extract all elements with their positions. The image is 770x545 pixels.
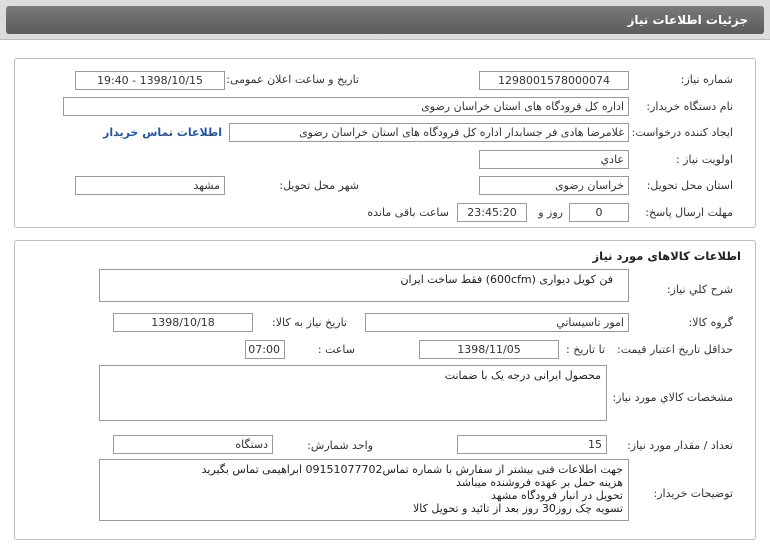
deadline-days-field: 0 (569, 203, 629, 222)
buyer-contact-link[interactable]: اطلاعات تماس خریدار (103, 126, 222, 139)
deadline-time-field: 23:45:20 (457, 203, 527, 222)
goods-section-title: اطلاعات کالاهای مورد نیاز (592, 249, 741, 263)
need-number-label: شماره نیاز: (680, 73, 733, 86)
qty-label: تعداد / مقدار مورد نیاز: (627, 439, 733, 452)
deadline-label: مهلت ارسال پاسخ: (645, 206, 733, 219)
unit-field: دستگاه (113, 435, 273, 454)
announce-label: تاریخ و ساعت اعلان عمومی: (226, 73, 359, 86)
buyer-note-line: تحویل در انبار فرودگاه مشهد (491, 489, 623, 502)
remaining-word: ساعت باقی مانده (367, 206, 449, 219)
until-date-field: 1398/11/05 (419, 340, 559, 359)
buyer-note-line: جهت اطلاعات فنی بیشتر از سفارش با شماره … (201, 463, 623, 476)
specs-text: محصول ایرانی درجه یک با ضمانت (444, 369, 601, 382)
qty-field: 15 (457, 435, 607, 454)
hour-label: ساعت : (317, 343, 355, 356)
until-date-label: تا تاریخ : (566, 343, 605, 356)
goods-info-panel: اطلاعات کالاهای مورد نیاز شرح کلي نیاز: … (14, 240, 756, 540)
buyer-note-line: هزینه حمل بر عهده فروشنده میباشد (455, 476, 623, 489)
days-word: روز و (538, 206, 563, 219)
announce-field: 1398/10/15 - 19:40 (75, 71, 225, 90)
title-bar: جزئیات اطلاعات نیاز (0, 0, 770, 40)
need-info-panel: شماره نیاز: 1298001578000074 تاریخ و ساع… (14, 58, 756, 228)
page-title: جزئیات اطلاعات نیاز (627, 13, 748, 27)
priority-label: اولویت نیاز : (675, 153, 733, 166)
general-desc-text: فن کویل دیواری (600cfm) فقط ساخت ایران (400, 273, 613, 286)
hour-field: 07:00 (245, 340, 285, 359)
need-date-label: تاریخ نیاز به کالا: (272, 316, 347, 329)
buyer-notes-field: جهت اطلاعات فنی بیشتر از سفارش با شماره … (99, 459, 629, 521)
creator-label: ایجاد کننده درخواست: (631, 126, 733, 139)
general-desc-field: فن کویل دیواری (600cfm) فقط ساخت ایران (99, 269, 629, 302)
group-label: گروه کالا: (688, 316, 733, 329)
priority-field: عادي (479, 150, 629, 169)
group-field: امور تاسیساتي (365, 313, 629, 332)
specs-label: مشخصات کالاي مورد نیاز: (612, 391, 733, 404)
need-date-field: 1398/10/18 (113, 313, 253, 332)
specs-field: محصول ایرانی درجه یک با ضمانت (99, 365, 607, 421)
buyer-notes-label: توضیحات خریدار: (653, 487, 734, 500)
need-number-field: 1298001578000074 (479, 71, 629, 90)
buyer-note-line: تسویه چک روز30 روز بعد از تائید و تحویل … (413, 502, 623, 515)
buyer-org-field: اداره کل فرودگاه های استان خراسان رضوی (63, 97, 629, 116)
unit-label: واحد شمارش: (307, 439, 373, 452)
creator-field: غلامرضا هادی فر جسابدار اداره کل فرودگاه… (229, 123, 629, 142)
city-field: مشهد (75, 176, 225, 195)
general-desc-label: شرح کلي نیاز: (666, 283, 733, 296)
province-label: استان محل تحویل: (646, 179, 733, 192)
city-label: شهر محل تحویل: (279, 179, 359, 192)
buyer-org-label: نام دستگاه خریدار: (646, 100, 733, 113)
province-field: خراسان رضوی (479, 176, 629, 195)
validity-label: حداقل تاریخ اعتبار قیمت: (617, 343, 733, 356)
